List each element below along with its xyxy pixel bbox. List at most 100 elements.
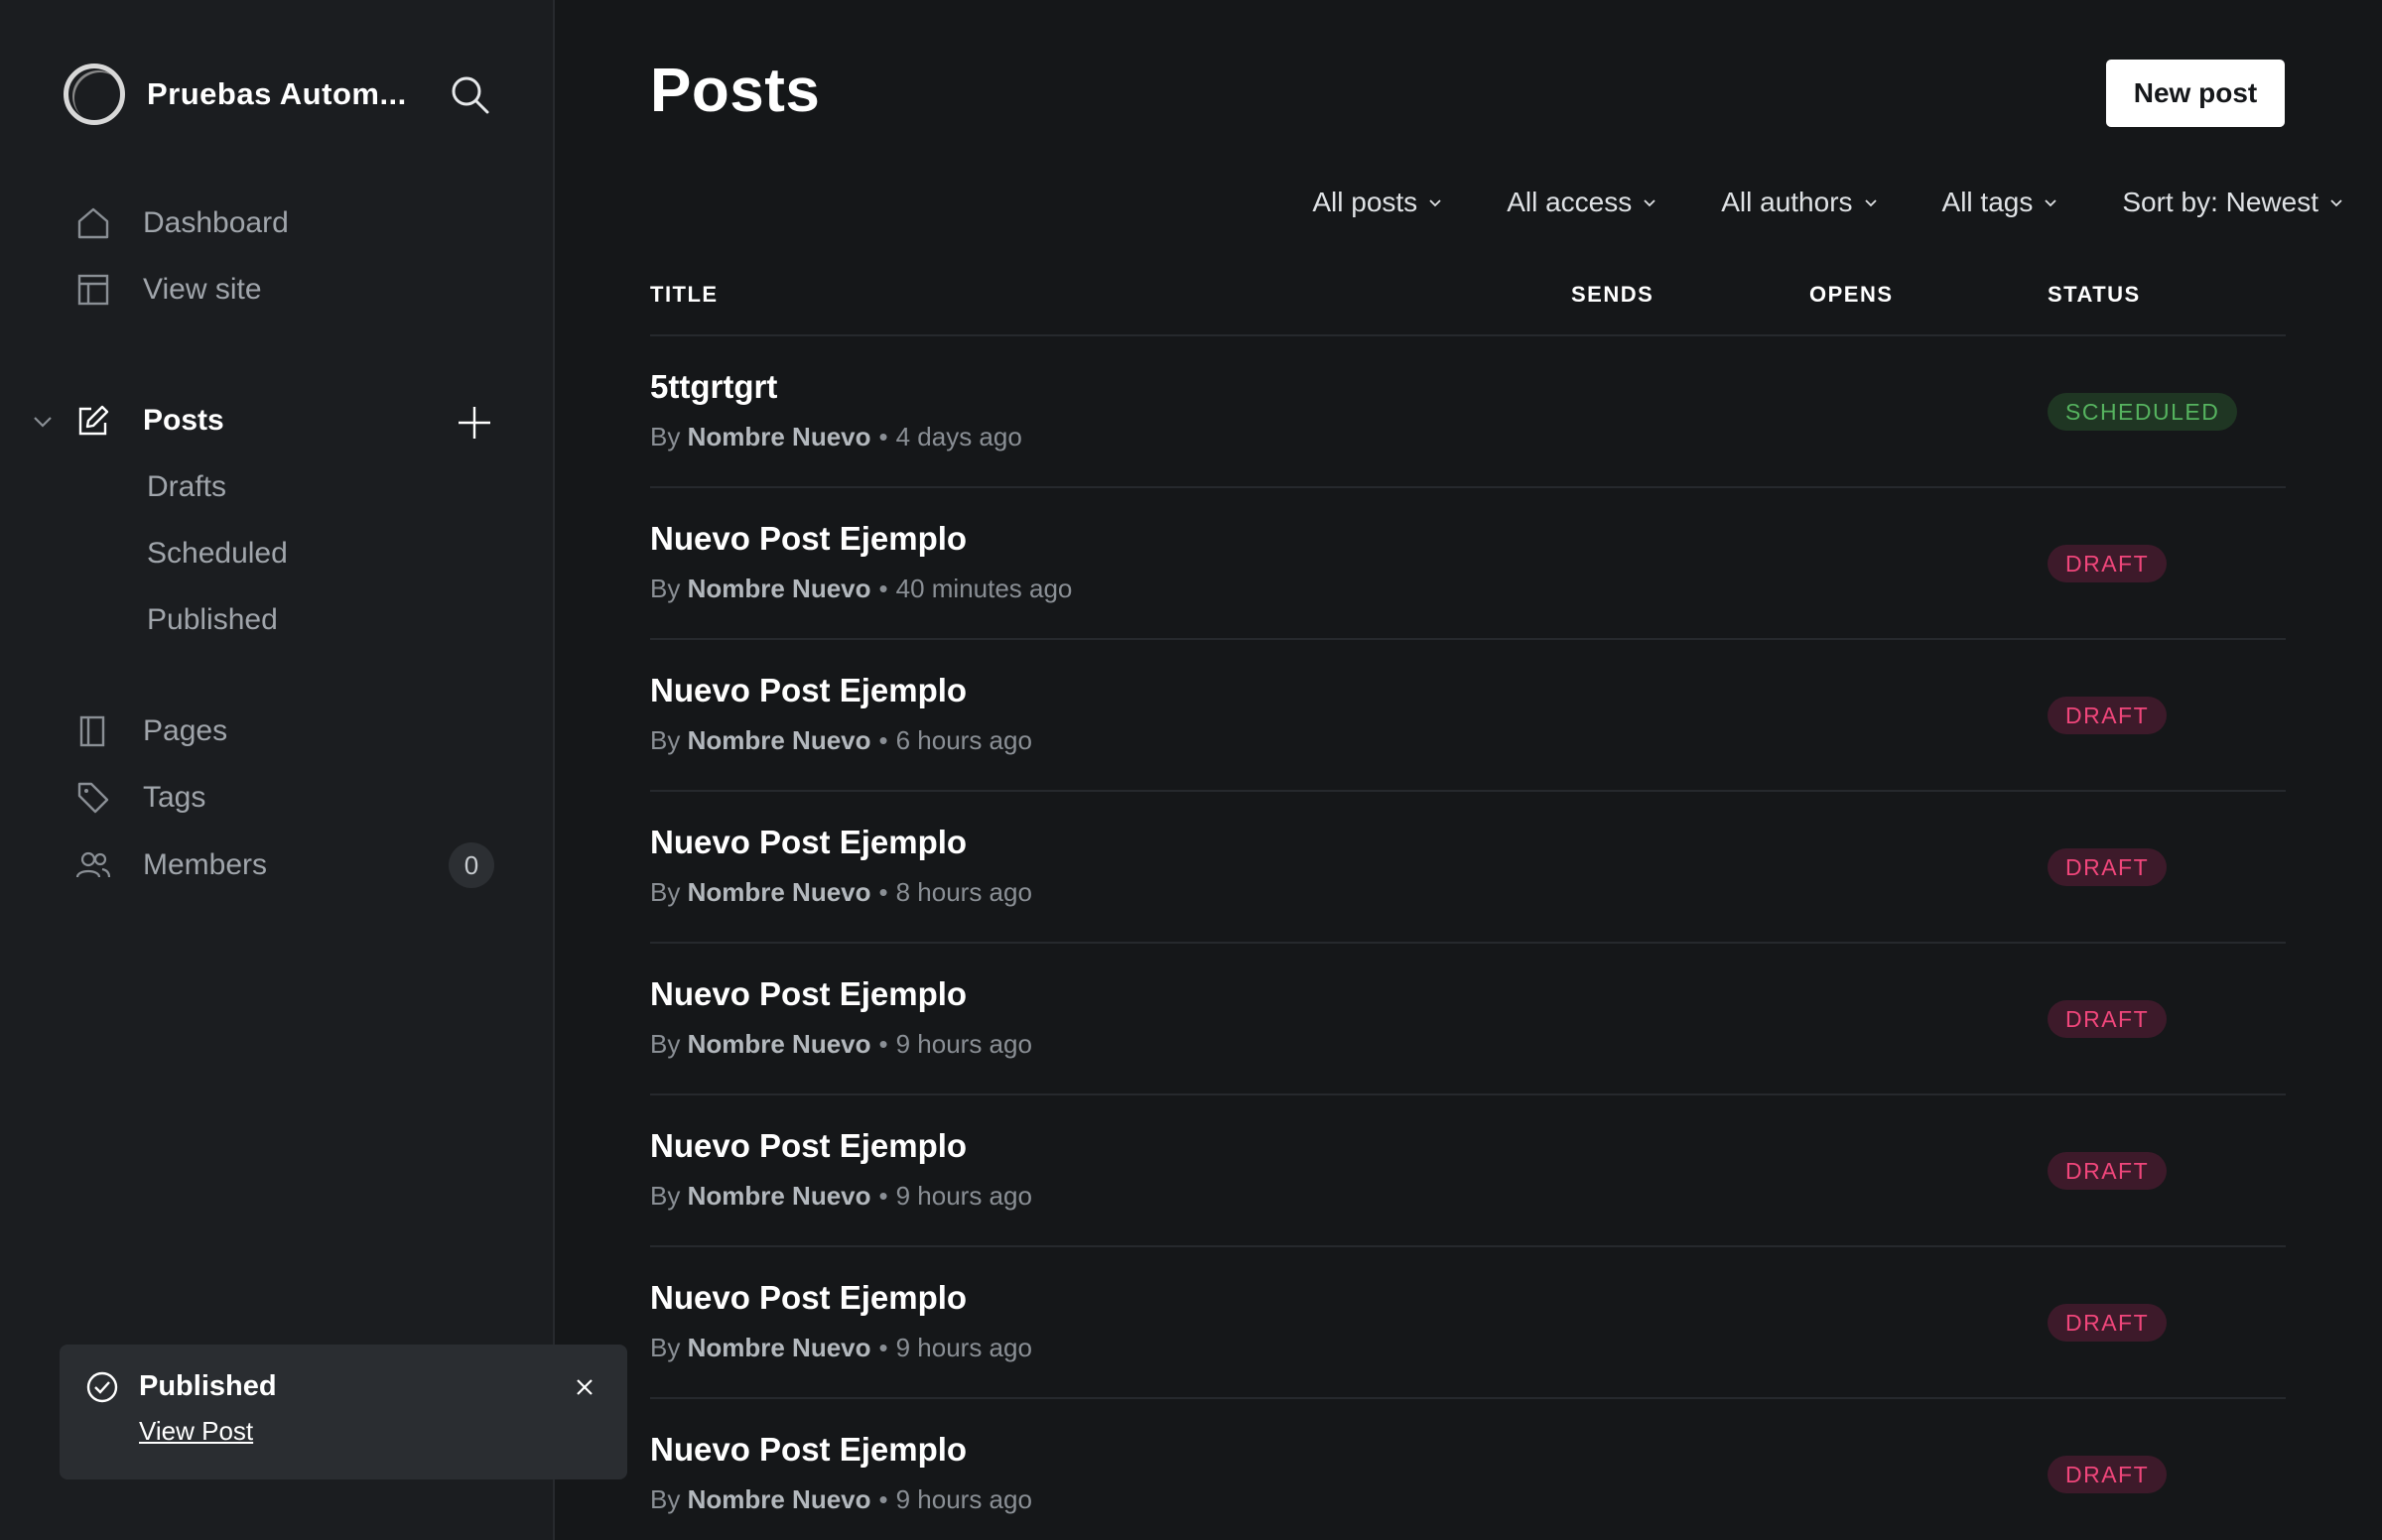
post-by-label: By xyxy=(650,1029,681,1059)
app: Pruebas Autom... Dashboard View site Pos… xyxy=(0,0,2382,1540)
edit-icon xyxy=(75,403,111,439)
post-time: 9 hours ago xyxy=(895,1181,1032,1211)
table-row[interactable]: Nuevo Post Ejemplo By Nombre Nuevo • 8 hour… xyxy=(650,792,2286,944)
users-icon xyxy=(75,847,111,883)
add-post-button[interactable] xyxy=(453,401,496,445)
table-row[interactable]: Nuevo Post Ejemplo By Nombre Nuevo • 6 hour… xyxy=(650,640,2286,792)
post-author: Nombre Nuevo xyxy=(687,574,871,603)
filter-post-type[interactable]: All posts xyxy=(1312,187,1443,218)
post-author: Nombre Nuevo xyxy=(687,422,871,451)
post-meta: By Nombre Nuevo • 40 minutes ago xyxy=(650,574,1072,604)
post-author: Nombre Nuevo xyxy=(687,1484,871,1514)
meta-separator: • xyxy=(878,1181,888,1211)
sidebar-item-drafts[interactable]: Drafts xyxy=(147,470,226,504)
sidebar-item-posts[interactable]: Posts xyxy=(75,396,224,446)
table-row[interactable]: Nuevo Post Ejemplo By Nombre Nuevo • 9 hour… xyxy=(650,1399,2286,1540)
sidebar-item-scheduled[interactable]: Scheduled xyxy=(147,537,288,571)
post-meta: By Nombre Nuevo • 9 hours ago xyxy=(650,1181,1032,1212)
post-author: Nombre Nuevo xyxy=(687,1029,871,1059)
post-time: 8 hours ago xyxy=(895,877,1032,907)
filter-label: All access xyxy=(1507,187,1633,217)
sidebar-item-members[interactable]: Members xyxy=(75,840,267,890)
meta-separator: • xyxy=(878,1333,888,1362)
sidebar-item-dashboard[interactable]: Dashboard xyxy=(75,198,289,248)
column-header-title: TITLE xyxy=(650,282,719,307)
sidebar-item-view-site[interactable]: View site xyxy=(75,265,262,315)
post-time: 9 hours ago xyxy=(895,1029,1032,1059)
post-title: Nuevo Post Ejemplo xyxy=(650,520,968,557)
members-count-badge: 0 xyxy=(449,842,494,888)
status-badge: DRAFT xyxy=(2048,1456,2168,1493)
post-by-label: By xyxy=(650,1181,681,1211)
table-row[interactable]: Nuevo Post Ejemplo By Nombre Nuevo • 9 hour… xyxy=(650,1095,2286,1247)
chevron-down-icon xyxy=(34,417,52,428)
sidebar-item-published[interactable]: Published xyxy=(147,603,278,637)
brand[interactable]: Pruebas Autom... xyxy=(64,64,407,125)
search-button[interactable] xyxy=(449,73,492,117)
status-badge: DRAFT xyxy=(2048,1304,2168,1342)
post-title: 5ttgrtgrt xyxy=(650,368,778,405)
status-badge: DRAFT xyxy=(2048,1000,2168,1038)
table-row[interactable]: Nuevo Post Ejemplo By Nombre Nuevo • 9 hour… xyxy=(650,944,2286,1095)
sidebar-item-label: Dashboard xyxy=(143,206,289,239)
meta-separator: • xyxy=(878,1029,888,1059)
post-title: Nuevo Post Ejemplo xyxy=(650,824,968,860)
check-circle-icon xyxy=(85,1370,119,1404)
sidebar-item-pages[interactable]: Pages xyxy=(75,706,227,756)
meta-separator: • xyxy=(878,422,888,451)
status-badge: DRAFT xyxy=(2048,697,2168,734)
close-icon xyxy=(577,1379,593,1395)
site-name: Pruebas Autom... xyxy=(147,76,407,111)
post-title: Nuevo Post Ejemplo xyxy=(650,1431,968,1468)
filter-authors[interactable]: All authors xyxy=(1721,187,1878,218)
post-author: Nombre Nuevo xyxy=(687,1333,871,1362)
notification-toast: Published View Post xyxy=(60,1345,627,1479)
post-meta: By Nombre Nuevo • 4 days ago xyxy=(650,422,1022,452)
view-post-link[interactable]: View Post xyxy=(139,1416,253,1447)
post-title: Nuevo Post Ejemplo xyxy=(650,1279,968,1316)
post-by-label: By xyxy=(650,574,681,603)
filter-label: All authors xyxy=(1721,187,1853,217)
chevron-down-icon xyxy=(1864,199,1877,207)
status-badge: DRAFT xyxy=(2048,1152,2168,1190)
tag-icon xyxy=(75,780,111,816)
chevron-down-icon xyxy=(2045,199,2056,207)
sidebar: Pruebas Autom... Dashboard View site Pos… xyxy=(0,0,555,1540)
post-time: 9 hours ago xyxy=(895,1484,1032,1514)
page-title: Posts xyxy=(650,57,821,125)
toast-close-button[interactable] xyxy=(572,1374,597,1400)
filter-tags[interactable]: All tags xyxy=(1942,187,2059,218)
new-post-button[interactable]: New post xyxy=(2106,60,2285,127)
post-author: Nombre Nuevo xyxy=(687,1181,871,1211)
post-by-label: By xyxy=(650,877,681,907)
search-icon xyxy=(452,76,489,114)
sidebar-item-label: Pages xyxy=(143,714,228,747)
table-row[interactable]: 5ttgrtgrt By Nombre Nuevo • 4 days ago SCHED… xyxy=(650,336,2286,488)
sort-dropdown[interactable]: Sort by: Newest xyxy=(2122,187,2344,218)
status-badge: DRAFT xyxy=(2048,848,2168,886)
sidebar-item-label: Posts xyxy=(143,404,224,437)
filter-access[interactable]: All access xyxy=(1507,187,1657,218)
post-time: 4 days ago xyxy=(895,422,1022,451)
column-header-opens: OPENS xyxy=(1809,282,1894,307)
sidebar-item-tags[interactable]: Tags xyxy=(75,773,205,823)
posts-collapse-toggle[interactable] xyxy=(30,409,56,435)
filter-label: All posts xyxy=(1312,187,1418,217)
post-title: Nuevo Post Ejemplo xyxy=(650,1127,968,1164)
meta-separator: • xyxy=(878,1484,888,1514)
post-by-label: By xyxy=(650,1333,681,1362)
sidebar-item-label: Tags xyxy=(143,781,206,814)
table-row[interactable]: Nuevo Post Ejemplo By Nombre Nuevo • 40 min… xyxy=(650,488,2286,640)
column-header-status: STATUS xyxy=(2048,282,2141,307)
sidebar-item-label: Members xyxy=(143,848,268,881)
toast-title: Published xyxy=(139,1370,277,1402)
page-icon xyxy=(75,713,111,749)
post-meta: By Nombre Nuevo • 8 hours ago xyxy=(650,877,1032,908)
filter-label: Sort by: Newest xyxy=(2122,187,2318,217)
table-row[interactable]: Nuevo Post Ejemplo By Nombre Nuevo • 9 hour… xyxy=(650,1247,2286,1399)
post-time: 9 hours ago xyxy=(895,1333,1032,1362)
post-by-label: By xyxy=(650,725,681,755)
home-icon xyxy=(75,205,111,241)
site-logo-icon xyxy=(64,64,125,125)
sidebar-item-label: View site xyxy=(143,273,262,306)
